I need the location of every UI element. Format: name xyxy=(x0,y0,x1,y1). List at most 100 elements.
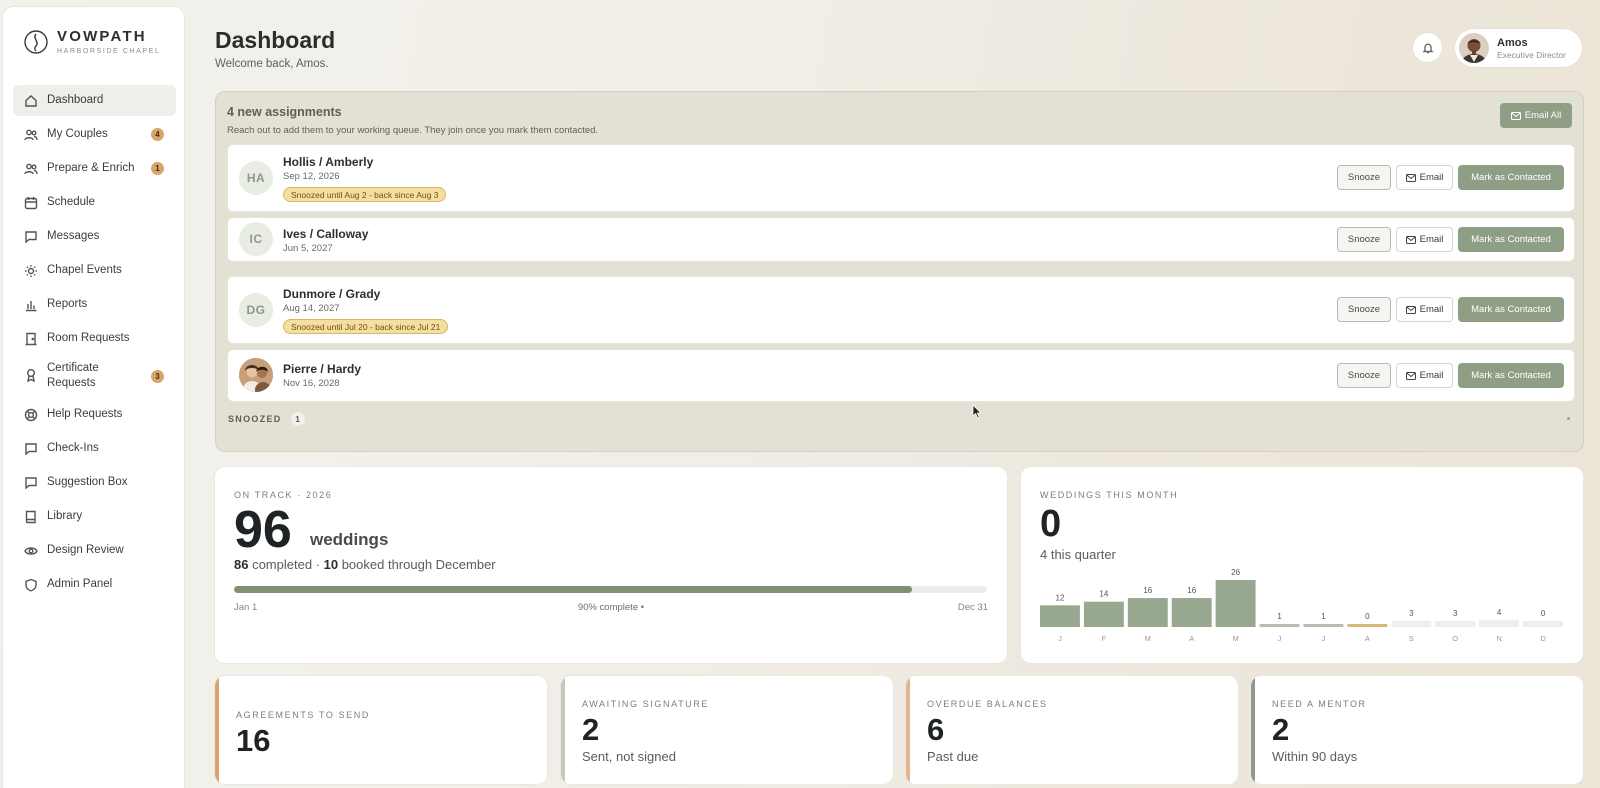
new-assignments-panel: 4 new assignments Reach out to add them … xyxy=(215,91,1584,452)
chart-bar-7[interactable] xyxy=(1303,624,1344,627)
card-eyebrow: OVERDUE BALANCES xyxy=(927,699,1048,709)
stat-subtitle: Within 90 days xyxy=(1272,749,1358,764)
brand-logo-icon xyxy=(24,30,48,54)
snooze-button[interactable]: Snooze xyxy=(1337,363,1391,388)
progress-end-label: Dec 31 xyxy=(957,602,988,613)
sidebar-item-chapel-events[interactable]: Chapel Events xyxy=(13,255,176,286)
awaiting-signature-card[interactable]: AWAITING SIGNATURE 2 Sent, not signed xyxy=(561,676,893,784)
weddings-this-month-card: WEDDINGS THIS MONTH 0 4 this quarter 12 J… xyxy=(1021,467,1583,663)
chart-bar-3[interactable] xyxy=(1127,598,1168,627)
sidebar-item-my-couples[interactable]: My Couples 4 xyxy=(13,119,176,150)
sidebar-item-label: Chapel Events xyxy=(47,264,122,276)
shield-icon xyxy=(24,578,38,592)
weddings-month-value: 0 xyxy=(1040,503,1062,545)
couple-name[interactable]: Pierre / Hardy xyxy=(283,362,361,376)
users-icon xyxy=(24,162,38,176)
email-button[interactable]: Email xyxy=(1396,363,1453,388)
chart-bar-2[interactable] xyxy=(1083,601,1124,627)
chart-bar-5[interactable] xyxy=(1215,580,1256,627)
chart-bar-9[interactable] xyxy=(1391,621,1432,627)
booked-label: booked through December xyxy=(338,557,496,572)
need-a-mentor-card[interactable]: NEED A MENTOR 2 Within 90 days xyxy=(1251,676,1583,784)
agreements-to-send-card[interactable]: AGREEMENTS TO SEND 16 xyxy=(215,676,547,784)
chart-tick-label: A xyxy=(1189,634,1194,643)
mark-as-contacted-button[interactable]: Mark as Contacted xyxy=(1458,165,1564,190)
chart-bar-8[interactable] xyxy=(1347,624,1388,627)
couple-name[interactable]: Dunmore / Grady xyxy=(283,287,380,301)
lifebuoy-icon xyxy=(24,408,38,422)
chart-data-label: 1 xyxy=(1321,612,1326,621)
card-eyebrow: WEDDINGS THIS MONTH xyxy=(1040,490,1179,500)
wedding-date: Jun 5, 2027 xyxy=(283,243,333,254)
sidebar-item-suggestion-box[interactable]: Suggestion Box xyxy=(13,467,176,498)
book-icon xyxy=(24,510,38,524)
card-accent xyxy=(215,676,219,784)
mark-as-contacted-button[interactable]: Mark as Contacted xyxy=(1458,363,1564,388)
snooze-button[interactable]: Snooze xyxy=(1337,227,1391,252)
snoozed-tag: Snoozed until Aug 2 - back since Aug 3 xyxy=(283,187,447,202)
stat-value: 2 xyxy=(582,712,600,747)
sidebar-item-label: Schedule xyxy=(47,196,95,208)
sidebar-item-admin-panel[interactable]: Admin Panel xyxy=(13,569,176,600)
wedding-date: Aug 14, 2027 xyxy=(283,303,340,314)
couple-name[interactable]: Ives / Calloway xyxy=(283,227,368,241)
chart-bar-1[interactable] xyxy=(1040,605,1080,627)
overdue-balances-card[interactable]: OVERDUE BALANCES 6 Past due xyxy=(906,676,1238,784)
sidebar-item-label-line2: Requests xyxy=(47,377,96,389)
sidebar-item-prepare-enrich[interactable]: Prepare & Enrich 1 xyxy=(13,153,176,184)
initials-avatar: IC xyxy=(239,222,273,256)
snoozed-label: SNOOZED xyxy=(228,414,282,424)
snooze-button[interactable]: Snooze xyxy=(1337,165,1391,190)
expand-indicator[interactable] xyxy=(1567,417,1570,420)
chart-data-label: 0 xyxy=(1541,609,1546,618)
couple-name[interactable]: Hollis / Amberly xyxy=(283,155,373,169)
email-button[interactable]: Email xyxy=(1396,227,1453,252)
sidebar-item-certificate-requests[interactable]: Certificate Requests 3 xyxy=(13,357,176,396)
chart-bar-10[interactable] xyxy=(1435,621,1476,627)
wedding-date: Nov 16, 2028 xyxy=(283,378,340,389)
chart-tick-label: S xyxy=(1409,634,1414,643)
message-icon xyxy=(24,230,38,244)
user-menu[interactable]: Amos Executive Director xyxy=(1455,29,1582,67)
sidebar-item-schedule[interactable]: Schedule xyxy=(13,187,176,218)
page-title: Dashboard xyxy=(215,27,336,53)
chart-tick-label: J xyxy=(1278,634,1282,643)
card-accent xyxy=(561,676,565,784)
email-button[interactable]: Email xyxy=(1396,297,1453,322)
stat-subtitle: Sent, not signed xyxy=(582,749,676,764)
card-eyebrow: NEED A MENTOR xyxy=(1272,699,1367,709)
count-badge: 3 xyxy=(151,370,164,383)
mark-as-contacted-button[interactable]: Mark as Contacted xyxy=(1458,297,1564,322)
stat-subtitle: Past due xyxy=(927,749,979,764)
avatar xyxy=(1459,33,1489,63)
snoozed-toggle[interactable]: SNOOZED 1 xyxy=(228,412,305,426)
chart-bar-11[interactable] xyxy=(1479,619,1520,627)
notifications-button[interactable] xyxy=(1413,33,1442,62)
mark-as-contacted-button[interactable]: Mark as Contacted xyxy=(1458,227,1564,252)
email-all-button[interactable]: Email All xyxy=(1500,103,1572,128)
assignment-row: IC Ives / Calloway Jun 5, 2027 Snooze Em… xyxy=(228,218,1574,261)
sidebar-item-library[interactable]: Library xyxy=(13,501,176,532)
sidebar-item-help-requests[interactable]: Help Requests xyxy=(13,399,176,430)
email-button[interactable]: Email xyxy=(1396,165,1453,190)
chart-data-label: 12 xyxy=(1056,593,1065,602)
chart-bar-12[interactable] xyxy=(1523,621,1563,627)
couple-photo-avatar xyxy=(239,358,273,392)
sidebar-item-room-requests[interactable]: Room Requests xyxy=(13,323,176,354)
sidebar-item-check-ins[interactable]: Check-Ins xyxy=(13,433,176,464)
sidebar-item-reports[interactable]: Reports xyxy=(13,289,176,320)
email-button-label: Email xyxy=(1419,234,1444,245)
sidebar-item-label: Check-Ins xyxy=(47,442,99,454)
chart-bar-6[interactable] xyxy=(1259,624,1300,627)
sidebar-item-messages[interactable]: Messages xyxy=(13,221,176,252)
users-icon xyxy=(24,128,38,142)
chart-bar-4[interactable] xyxy=(1171,598,1212,627)
count-badge: 4 xyxy=(151,128,164,141)
user-name: Amos xyxy=(1497,36,1528,49)
assignment-row: Pierre / Hardy Nov 16, 2028 Snooze Email… xyxy=(228,350,1574,401)
bar-chart-icon xyxy=(24,298,38,312)
brand[interactable]: VOWPATH HARBORSIDE CHAPEL xyxy=(23,29,160,55)
sidebar-item-design-review[interactable]: Design Review xyxy=(13,535,176,566)
sidebar-item-dashboard[interactable]: Dashboard xyxy=(13,85,176,116)
snooze-button[interactable]: Snooze xyxy=(1337,297,1391,322)
